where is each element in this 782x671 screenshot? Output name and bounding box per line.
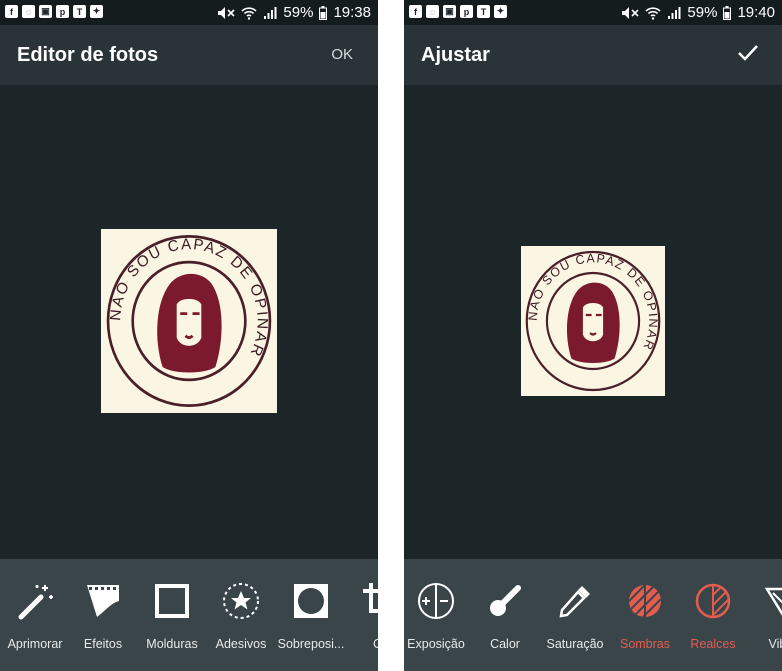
sticker-star-icon [223,583,259,619]
status-right: 59% 19:40 [621,4,775,21]
checkmark-icon[interactable] [736,41,760,65]
battery-icon [723,5,732,20]
tool-label: Sobreposi... [277,637,345,651]
status-right: 59% 19:38 [217,4,371,21]
edited-photo[interactable]: NÃO SOU CAPAZ DE OPINAR [101,229,277,413]
photo-editor-screen: f ◌ ▣ p T ✦ 59% 19:38 Editor de fotos OK… [0,0,378,671]
status-bar: f ◌ ▣ p T ✦ 59% 19:38 [0,0,378,25]
app-toolbar: Editor de fotos OK [0,25,378,85]
tool-label: Calor [490,637,520,651]
status-bar: f ◌ ▣ p T ✦ 59% 19:40 [404,0,782,25]
pinterest-icon: p [460,5,473,18]
tool-tray: Aprimorar Efeitos Molduras Adesivos Sobr… [0,559,378,671]
tool-label: Sombras [619,637,671,651]
whatsapp-icon: ◌ [22,5,35,18]
gallery-icon: ▣ [39,5,52,18]
tool-label: Efeitos [83,637,123,651]
tool-label: Co [373,637,378,651]
shadows-icon [629,585,661,617]
adjust-screen: f ◌ ▣ p T ✦ 59% 19:40 Ajustar NÃO SOU CA… [404,0,782,671]
film-icon [87,585,119,617]
gallery-icon: ▣ [443,5,456,18]
overlay-icon [294,584,328,618]
wifi-icon [645,6,661,20]
signal-icon [668,6,681,19]
signal-icon [264,6,277,19]
exposure-icon [418,583,454,619]
mute-icon [622,6,639,19]
battery-icon [319,5,328,20]
tool-label: Exposição [407,637,465,651]
page-title: Ajustar [421,44,490,66]
tool-efeitos[interactable]: Efeitos [68,559,138,671]
page-title: Editor de fotos [17,44,159,66]
tool-aprimorar[interactable]: Aprimorar [0,559,70,671]
tool-sombras[interactable]: Sombras [610,559,680,671]
nytimes-icon: T [477,5,490,18]
edited-photo[interactable]: NÃO SOU CAPAZ DE OPINAR [521,246,665,396]
app-toolbar: Ajustar [404,25,782,85]
battery-percent: 59% [283,4,314,21]
stamp-image: NÃO SOU CAPAZ DE OPINAR [525,250,661,392]
whatsapp-icon: ◌ [426,5,439,18]
thermometer-icon [490,585,521,616]
highlights-icon [695,583,731,619]
stamp-image: NÃO SOU CAPAZ DE OPINAR [106,234,272,408]
ok-button[interactable]: OK [331,46,353,64]
tool-label: Saturação [546,637,604,651]
tool-tray: Exposição Calor Saturação Sombras Realce… [404,559,782,671]
pinterest-icon: p [56,5,69,18]
twitter-icon: ✦ [494,5,507,18]
tool-exposicao[interactable]: Exposição [404,559,468,671]
facebook-icon: f [5,5,18,18]
notification-icons: f ◌ ▣ p T ✦ [5,5,103,18]
twitter-icon: ✦ [90,5,103,18]
tool-calor[interactable]: Calor [468,559,542,671]
mute-icon [218,6,235,19]
crop-icon [363,583,378,613]
tool-saturacao[interactable]: Saturação [540,559,610,671]
wifi-icon [241,6,257,20]
clock: 19:40 [737,4,775,21]
eyedropper-icon [559,586,590,618]
tool-label: Molduras [146,637,198,651]
tool-label: Aprimorar [7,637,63,651]
vibrance-icon [764,587,782,616]
tool-realces[interactable]: Realces [678,559,748,671]
tool-molduras[interactable]: Molduras [137,559,207,671]
tool-sobreposicoes[interactable]: Sobreposi... [275,559,347,671]
battery-percent: 59% [687,4,718,21]
tool-cortar[interactable]: Co [346,559,378,671]
facebook-icon: f [409,5,422,18]
tool-label: Adesivos [215,637,267,651]
tool-label: Vibra [768,637,782,651]
clock: 19:38 [333,4,371,21]
tool-adesivos[interactable]: Adesivos [206,559,276,671]
nytimes-icon: T [73,5,86,18]
tool-label: Realces [690,637,736,651]
tool-vibracao[interactable]: Vibra [748,559,782,671]
magic-wand-icon [18,585,53,620]
frame-icon [155,584,189,618]
notification-icons: f ◌ ▣ p T ✦ [409,5,507,18]
